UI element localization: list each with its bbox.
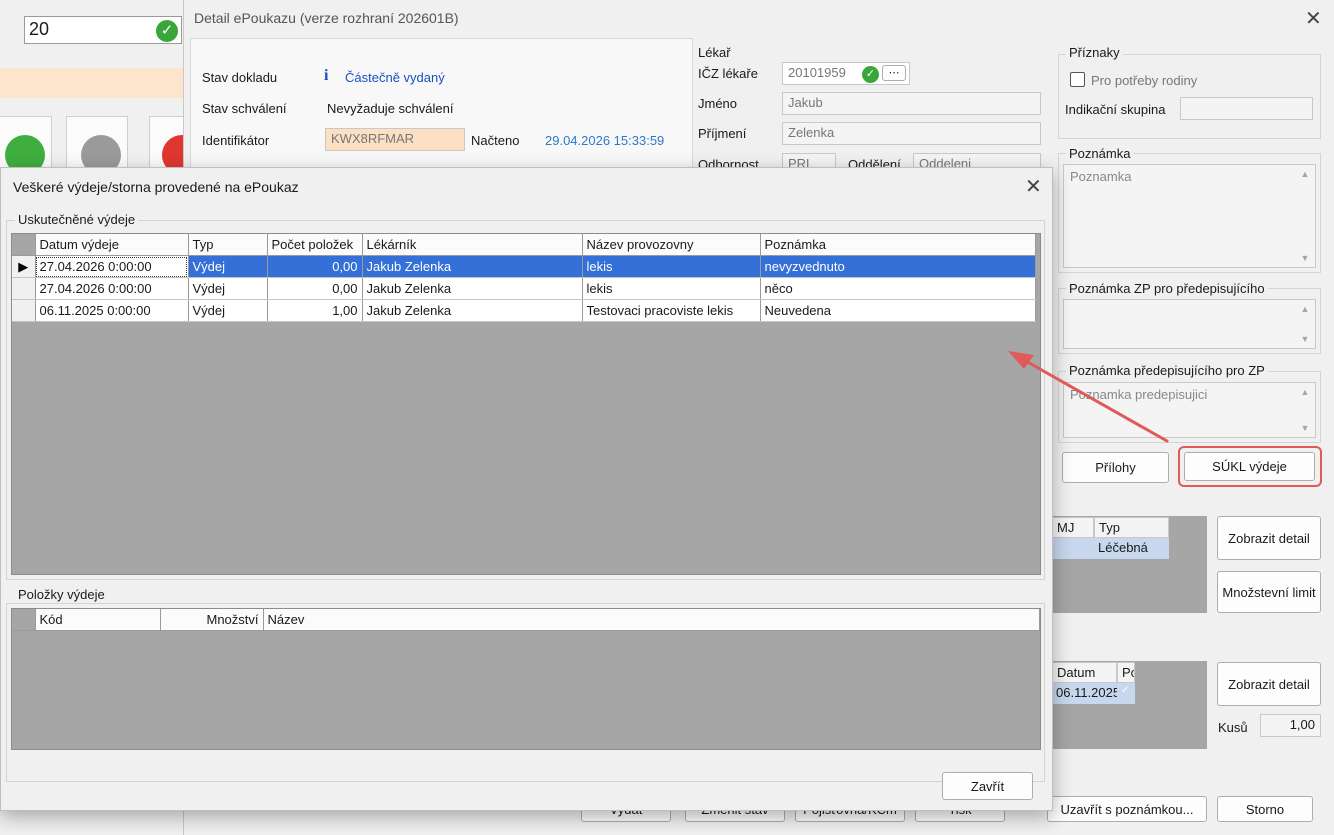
annotation-arrow bbox=[1008, 351, 1169, 443]
